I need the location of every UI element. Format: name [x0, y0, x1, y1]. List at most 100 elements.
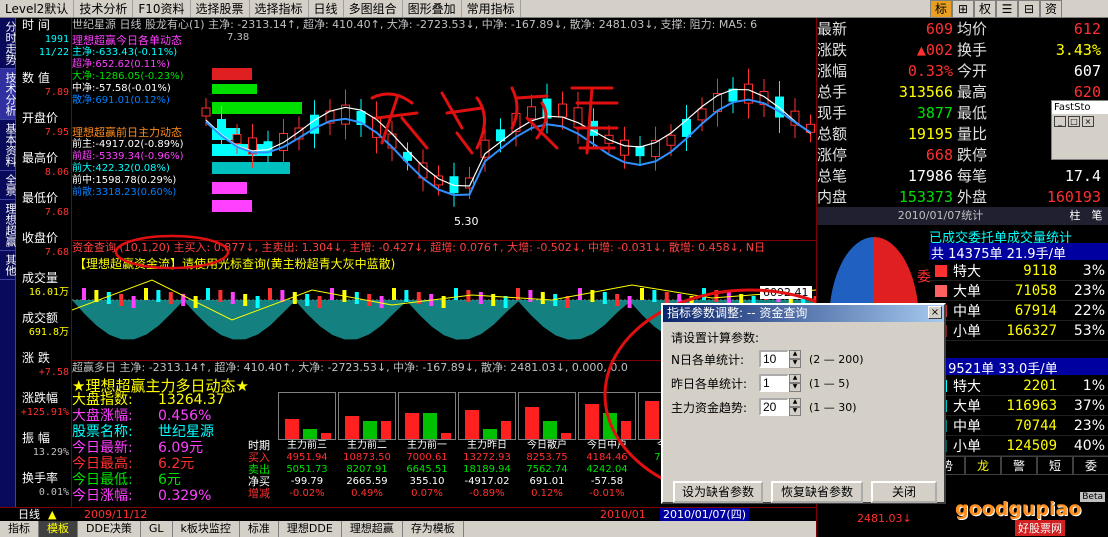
- quote-key: 涨跌: [817, 41, 848, 59]
- bottom-tab-6[interactable]: 理想DDE: [279, 521, 342, 537]
- param-stepper: ▲▼: [759, 374, 801, 392]
- stat-tab-tick[interactable]: 笔: [1086, 207, 1108, 225]
- info-value: 8.06: [44, 167, 69, 178]
- info-value: 16.01万: [28, 287, 69, 298]
- menu-item-3[interactable]: 选择股票: [191, 0, 250, 17]
- menu-item-8[interactable]: 常用指标: [462, 0, 521, 17]
- maximize-icon[interactable]: □: [1068, 116, 1080, 127]
- close-icon[interactable]: ×: [1082, 116, 1094, 127]
- table-column-bars: [278, 392, 336, 440]
- param-input[interactable]: [759, 350, 789, 368]
- bottom-tab-2[interactable]: DDE决策: [78, 521, 141, 537]
- stat-value: 6.2元: [158, 456, 195, 472]
- restore-default-button[interactable]: 恢复缺省参数: [771, 481, 863, 503]
- toolbar-tab-1[interactable]: ⊞: [952, 0, 974, 18]
- bottom-tab-8[interactable]: 存为模板: [403, 521, 464, 537]
- stat-value: 6元: [158, 472, 181, 488]
- date-left: 2009/11/12: [84, 508, 148, 521]
- bottom-tab-0[interactable]: 指标: [0, 521, 39, 537]
- date-axis-bar: 日线 ▲ 2009/11/12 2010/01 2010/01/07(四): [0, 507, 816, 521]
- today-flow-overlay: 理想超赢今日各单动态 主净:-633.43(-0.11%) 超净:652.62(0…: [72, 34, 222, 107]
- leftnav-item-0[interactable]: 分时走势: [0, 18, 17, 69]
- info-label: 振 幅: [22, 431, 50, 445]
- spin-down-icon[interactable]: ▼: [789, 383, 801, 392]
- indicator-bar: [119, 294, 124, 306]
- menu-item-4[interactable]: 选择指标: [250, 0, 309, 17]
- menu-item-7[interactable]: 图形叠加: [403, 0, 462, 17]
- info-value: 7.95: [44, 127, 69, 138]
- spin-up-icon[interactable]: ▲: [789, 350, 801, 359]
- leftnav-item-1[interactable]: 技术分析: [0, 69, 17, 120]
- bottom-value: 2481.03↓: [857, 512, 912, 525]
- sell-bar: [303, 429, 317, 439]
- table-column: 主力前三 4951.94 5051.73 -99.79 -0.02%: [278, 392, 336, 500]
- dialog-titlebar[interactable]: 指标参数调整: -- 资金查询: [663, 305, 944, 322]
- overlay-title: 理想超赢今日各单动态: [72, 34, 182, 47]
- spin-down-icon[interactable]: ▼: [789, 407, 801, 416]
- breakdown-name: 中单: [953, 418, 981, 435]
- param-dialog[interactable]: 指标参数调整: -- 资金查询 × 请设置计算参数: N日各单统计:▲▼(2 —…: [661, 303, 946, 504]
- menu-item-5[interactable]: 日线: [309, 0, 344, 17]
- indicator-bar: [243, 294, 248, 306]
- bottom-tab-1[interactable]: 模板: [39, 521, 78, 537]
- menu-item-1[interactable]: 技术分析: [74, 0, 134, 17]
- param-input[interactable]: [759, 374, 789, 392]
- panel-tab-4[interactable]: 委: [1073, 456, 1108, 475]
- table-cell: 主力前二: [347, 440, 387, 451]
- quote-value: 607: [1073, 61, 1101, 80]
- bottom-tab-7[interactable]: 理想超赢: [342, 521, 403, 537]
- leftnav-item-3[interactable]: 全景: [0, 171, 17, 200]
- toolbar-tab-5[interactable]: 资: [1040, 0, 1062, 18]
- indicator-bar: [392, 288, 396, 300]
- spin-up-icon[interactable]: ▲: [789, 398, 801, 407]
- bottom-tab-5[interactable]: 标准: [240, 521, 279, 537]
- panel-tab-2[interactable]: 警: [1001, 456, 1037, 475]
- price-info-column: 时 间 1991 11/22 数 值 7.89 开盘价 7.95 最高价 8.06 最低价 7.68…: [16, 18, 72, 519]
- breakdown-row: 小单 124509 40%: [929, 436, 1108, 456]
- info-row: 最低价 7.68: [16, 191, 71, 219]
- panel-tab-1[interactable]: 龙: [965, 456, 1001, 475]
- leftnav-item-2[interactable]: 基本资料: [0, 120, 17, 171]
- param-range: (2 — 200): [809, 352, 864, 366]
- period-label: 日线: [18, 508, 40, 521]
- spin-down-icon[interactable]: ▼: [789, 359, 801, 368]
- breakdown-pct: 53%: [1073, 322, 1105, 339]
- minimize-icon[interactable]: _: [1054, 116, 1066, 127]
- menu-item-2[interactable]: F10资料: [133, 0, 191, 17]
- breakdown-value: 2201: [1023, 377, 1057, 394]
- legend-swatch: [935, 284, 947, 297]
- set-default-button[interactable]: 设为缺省参数: [673, 481, 763, 503]
- toolbar-tab-3[interactable]: ☰: [996, 0, 1018, 18]
- net-bar: [321, 433, 331, 439]
- info-row: 最高价 8.06: [16, 151, 71, 179]
- table-column: 今日散户 8253.75 7562.74 691.01 0.12%: [518, 392, 576, 500]
- stat-row: 大盘涨幅: 0.456%: [72, 408, 272, 424]
- panel-tab-3[interactable]: 短: [1037, 456, 1073, 475]
- menu-item-6[interactable]: 多图组合: [344, 0, 403, 17]
- dialog-close-icon[interactable]: ×: [928, 306, 942, 319]
- table-cell: 13272.93: [463, 452, 511, 463]
- overlay2-line: 前散:3318.23(0.60%): [72, 187, 177, 198]
- fast-window[interactable]: FastSto _ □ ×: [1051, 100, 1108, 160]
- quote-value: 620: [1073, 82, 1101, 101]
- leftnav-item-5[interactable]: 其他: [0, 251, 17, 280]
- param-input[interactable]: [759, 398, 789, 416]
- stat-value: 世纪星源: [158, 424, 214, 440]
- quote-key: 涨停: [817, 146, 848, 164]
- toolbar-tab-4[interactable]: ⊟: [1018, 0, 1040, 18]
- candle-body: [697, 108, 707, 121]
- toolbar-tab-2[interactable]: 权: [974, 0, 996, 18]
- indicator-bar: [82, 288, 86, 300]
- buy-bar: [345, 416, 359, 439]
- menu-item-0[interactable]: Level2默认: [0, 0, 75, 17]
- indicator-bar: [131, 296, 136, 308]
- leftnav-item-4[interactable]: 理想超赢: [0, 200, 17, 251]
- close-button[interactable]: 关闭: [871, 481, 937, 503]
- stat-tab-bar[interactable]: 柱: [1064, 207, 1086, 225]
- table-row-labels: 时期 买入 卖出 净买 增减: [248, 440, 276, 500]
- bottom-tab-3[interactable]: GL: [141, 521, 173, 537]
- spin-up-icon[interactable]: ▲: [789, 374, 801, 383]
- toolbar-tab-0[interactable]: 标: [930, 0, 952, 18]
- stat-row: 股票名称: 世纪星源: [72, 424, 272, 440]
- bottom-tab-4[interactable]: k板块监控: [173, 521, 240, 537]
